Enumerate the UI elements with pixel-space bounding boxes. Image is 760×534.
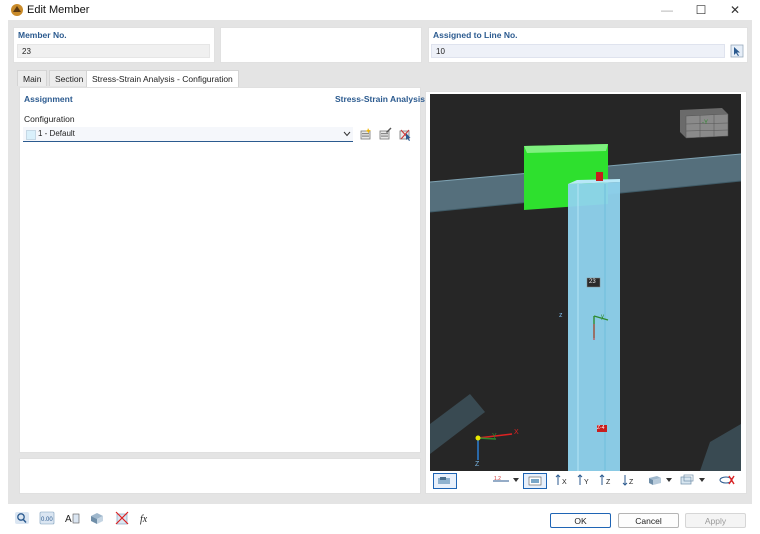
cancel-button[interactable]: Cancel [618,513,679,528]
numbering-icon: 1.2 [493,476,509,482]
lower-brace-right [700,424,741,471]
view-y-icon: Y [577,474,589,486]
display-numbering-button[interactable]: 1.2 [490,473,512,487]
assigned-line-label: Assigned to Line No. [433,30,518,40]
member-no-field[interactable]: 23 [17,44,210,58]
configuration-color-swatch [26,130,36,140]
minimize-button[interactable]: — [650,1,684,19]
search-button[interactable] [13,510,31,526]
delete-icon [115,511,129,525]
view-x-icon: X [555,474,567,486]
title-bar [0,0,760,20]
app-logo-icon [11,4,23,16]
text-properties-icon: A [65,513,80,525]
addon-name-label: Stress-Strain Analysis [335,94,425,104]
transparency-dropdown-arrow[interactable] [698,473,706,487]
display-results-button[interactable] [523,473,547,489]
comment-area[interactable] [19,458,421,494]
svg-text:X: X [562,479,567,486]
delete-button[interactable] [113,510,131,526]
tab-main[interactable]: Main [17,70,48,86]
new-configuration-icon [360,128,371,140]
3d-viewport[interactable]: 23 Z-4 z y X Y Z -Y [430,94,741,471]
3d-model-view [430,108,741,471]
svg-text:1.2: 1.2 [494,476,501,482]
assigned-line-input[interactable]: 10 [431,44,725,58]
close-button[interactable]: ✕ [718,1,752,19]
select-configuration-button[interactable] [397,127,413,141]
configuration-value: 1 - Default [38,129,75,138]
new-configuration-button[interactable] [358,127,374,141]
assignment-heading: Assignment [24,94,73,104]
svg-text:A: A [65,514,72,525]
pick-cursor-icon [730,44,744,58]
select-configuration-icon [399,129,411,141]
svg-text:fx: fx [140,514,148,525]
view-z-button[interactable]: Z [598,473,616,487]
svg-text:Y: Y [584,479,589,486]
svg-text:Z: Z [606,479,611,486]
local-y-label: y [601,314,604,320]
ok-button[interactable]: OK [550,513,611,528]
view-z-icon: Z [599,474,611,486]
reset-view-icon [719,475,735,485]
edit-configuration-button[interactable] [377,127,393,141]
view-minus-z-icon: Z [622,475,634,486]
node-bottom-label: Z-4 [597,425,605,431]
formula-button[interactable]: fx [138,510,156,526]
viewport-view-button[interactable] [433,473,457,489]
node-top-marker [596,172,603,181]
units-button[interactable]: 0.00 [38,510,56,526]
chevron-down-icon [513,478,519,482]
display-mode-dropdown-arrow[interactable] [665,473,673,487]
transparency-button[interactable] [678,473,696,487]
local-z-label: z [559,312,563,319]
viewport-view-icon [438,477,450,484]
view-minus-z-button[interactable]: Z [621,473,639,487]
chevron-down-icon [699,478,705,482]
tab-stress-strain-configuration[interactable]: Stress-Strain Analysis - Configuration [86,70,239,87]
transparency-icon [680,474,694,485]
svg-text:0.00: 0.00 [41,517,53,523]
text-properties-button[interactable]: A [63,510,81,526]
svg-text:Z: Z [629,479,634,486]
select-line-pick-button[interactable] [729,44,745,58]
view-x-button[interactable]: X [554,473,572,487]
configuration-label: Configuration [24,114,75,124]
axis-y-label: Y [492,433,497,440]
search-icon [15,512,29,524]
axis-z-label: Z [475,461,480,468]
display-mode-icon [649,476,661,485]
view-y-button[interactable]: Y [576,473,594,487]
results-icon [528,476,542,486]
window-title: Edit Member [27,4,90,16]
units-icon: 0.00 [39,511,55,525]
view-settings-icon [91,513,103,524]
description-panel [220,27,422,63]
lower-brace-left [430,394,485,454]
view-cube-label: -Y [702,120,708,126]
maximize-button[interactable]: ☐ [684,1,718,19]
apply-button[interactable]: Apply [685,513,746,528]
edit-configuration-icon [379,127,392,140]
view-settings-button[interactable] [88,510,106,526]
configuration-dropdown[interactable]: 1 - Default [23,127,353,142]
display-mode-button[interactable] [646,473,664,487]
member-number-label: 23 [589,279,596,285]
chevron-down-icon [666,478,672,482]
numbering-dropdown-arrow[interactable] [512,473,520,487]
tab-section[interactable]: Section [49,70,90,86]
reset-view-button[interactable] [716,473,738,487]
axis-x-label: X [514,429,519,436]
member-no-label: Member No. [18,30,67,40]
chevron-down-icon [343,131,351,137]
formula-icon: fx [140,514,148,525]
